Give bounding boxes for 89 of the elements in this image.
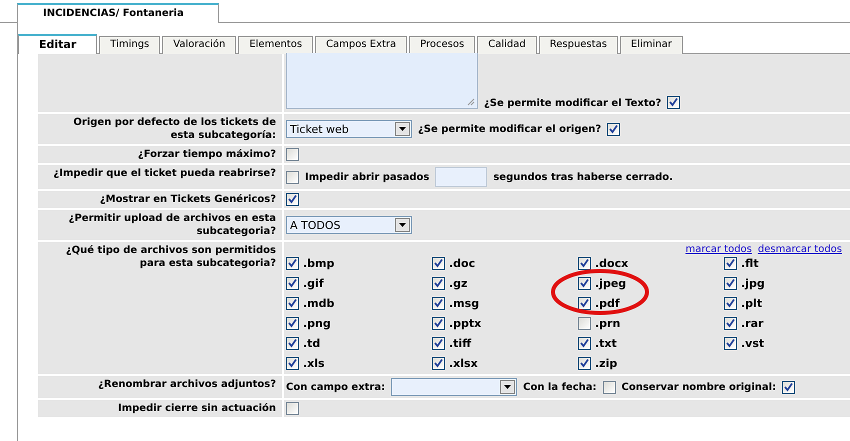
tab[interactable]: Eliminar — [620, 36, 683, 54]
checkbox[interactable] — [432, 277, 445, 290]
tab[interactable]: Procesos — [409, 36, 476, 54]
field-label: ¿Se permite modificar el origen? — [418, 124, 602, 134]
file-type-label: .gz — [449, 277, 468, 290]
tab[interactable]: Calidad — [477, 36, 537, 54]
field-label: ¿Se permite modificar el Texto? — [484, 98, 662, 109]
checkbox[interactable] — [724, 297, 737, 310]
checkbox[interactable] — [782, 380, 796, 394]
field-label: Con la fecha: — [523, 382, 597, 392]
caret-icon — [395, 218, 410, 232]
file-type-label: .tiff — [449, 337, 472, 350]
file-type-label: .mdb — [303, 297, 334, 310]
tab[interactable]: Valoración — [162, 36, 236, 54]
file-type-label: .docx — [595, 257, 628, 270]
tab[interactable]: Timings — [99, 36, 160, 54]
checkbox[interactable] — [432, 257, 445, 270]
checkbox[interactable] — [286, 277, 299, 290]
section-tab[interactable]: INCIDENCIAS/ Fontaneria — [17, 3, 219, 23]
field-label: Conservar nombre original: — [622, 382, 776, 392]
file-type-label: .jpg — [741, 277, 765, 290]
checkbox[interactable] — [724, 277, 737, 290]
row-label: ¿Forzar tiempo máximo? — [38, 146, 282, 163]
row-label: ¿Renombrar archivos adjuntos? — [38, 376, 282, 398]
checkbox[interactable] — [602, 380, 616, 394]
file-type-label: .txt — [595, 337, 617, 350]
row-label: ¿Mostrar en Tickets Genéricos? — [38, 191, 282, 208]
checkbox[interactable] — [286, 357, 299, 370]
resize-grip-icon — [467, 98, 475, 106]
file-type-label: .prn — [595, 317, 620, 330]
checkbox[interactable] — [286, 402, 299, 415]
checkbox[interactable] — [578, 297, 591, 310]
checkbox[interactable] — [286, 257, 299, 270]
file-type-label: .jpeg — [595, 277, 626, 290]
dropdown[interactable]: A TODOS — [286, 216, 412, 234]
file-type-label: .td — [303, 337, 320, 350]
file-type-label: .msg — [449, 297, 480, 310]
file-type-label: .png — [303, 317, 331, 330]
tab[interactable]: Elementos — [238, 36, 314, 54]
tab[interactable]: Campos Extra — [315, 36, 408, 54]
caret-icon — [500, 380, 516, 394]
checkbox[interactable] — [432, 297, 445, 310]
checkbox[interactable] — [286, 148, 299, 161]
checkbox[interactable] — [724, 317, 737, 330]
checkbox[interactable] — [607, 122, 620, 136]
dropdown[interactable] — [391, 378, 518, 396]
checkbox[interactable] — [578, 257, 591, 270]
field-label: Impedir abrir pasados — [305, 172, 430, 182]
file-type-label: .plt — [741, 297, 762, 310]
link[interactable]: marcar todos — [685, 244, 752, 255]
field-label: Con campo extra: — [286, 382, 386, 392]
checkbox[interactable] — [578, 357, 591, 370]
file-type-label: .xls — [303, 357, 325, 370]
file-type-label: .bmp — [303, 257, 334, 270]
checkbox[interactable] — [578, 317, 591, 330]
checkbox[interactable] — [724, 337, 737, 350]
file-type-label: .xlsx — [449, 357, 478, 370]
row-label: Impedir cierre sin actuación — [38, 400, 282, 417]
file-type-label: .pdf — [595, 297, 620, 310]
checkbox[interactable] — [432, 357, 445, 370]
checkbox[interactable] — [432, 317, 445, 330]
checkbox[interactable] — [286, 193, 299, 206]
file-type-label: .zip — [595, 357, 618, 370]
checkbox[interactable] — [578, 337, 591, 350]
row-label: ¿Permitir upload de archivos en esta subcategoria? — [38, 210, 282, 240]
file-type-label: .gif — [303, 277, 324, 290]
tab[interactable]: Editar — [18, 34, 98, 54]
checkbox[interactable] — [432, 337, 445, 350]
link[interactable]: desmarcar todos — [758, 244, 842, 255]
seconds-input[interactable] — [435, 167, 488, 187]
file-type-label: .vst — [741, 337, 764, 350]
row-label: ¿Impedir que el ticket pueda reabrirse? — [38, 165, 282, 189]
field-label: segundos tras haberse cerrado. — [493, 172, 673, 182]
checkbox[interactable] — [724, 257, 737, 270]
caret-icon — [395, 122, 410, 136]
checkbox[interactable] — [286, 297, 299, 310]
checkbox[interactable] — [578, 277, 591, 290]
checkbox[interactable] — [667, 96, 680, 109]
dropdown[interactable]: Ticket web — [286, 120, 412, 138]
checkbox[interactable] — [286, 337, 299, 350]
file-type-label: .flt — [741, 257, 759, 270]
checkbox[interactable] — [286, 317, 299, 330]
file-type-label: .pptx — [449, 317, 482, 330]
row-label: ¿Qué tipo de archivos son permitidos para esta subcategoria? — [38, 242, 282, 374]
file-type-label: .rar — [741, 317, 764, 330]
row-label: Origen por defecto de los tickets de esta subcategoría: — [38, 114, 282, 144]
tab[interactable]: Respuestas — [538, 36, 618, 54]
checkbox[interactable] — [286, 170, 299, 184]
file-type-label: .doc — [449, 257, 476, 270]
